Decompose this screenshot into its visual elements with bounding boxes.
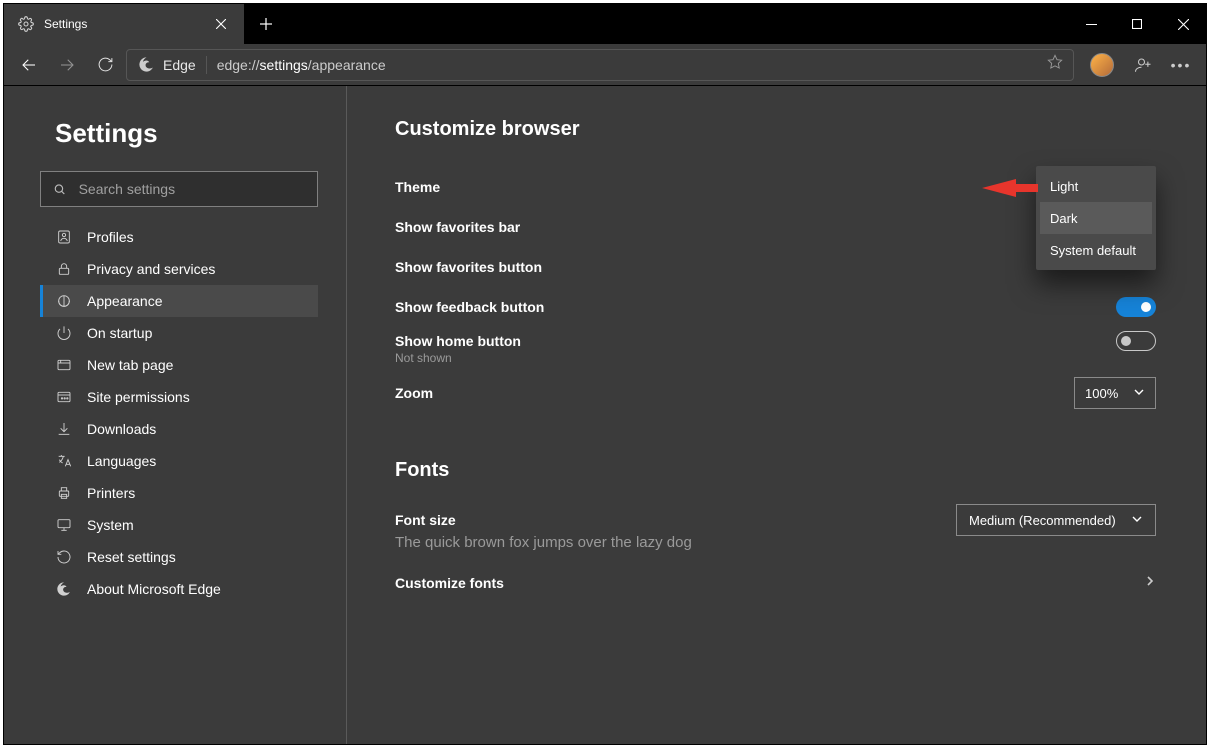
row-zoom-label: Zoom — [395, 385, 1074, 401]
row-fontsize-label: Font size — [395, 512, 956, 528]
edge-icon — [53, 581, 75, 597]
new-tab-button[interactable] — [244, 4, 288, 44]
toolbar: Edge edge://settings/appearance ••• — [4, 44, 1206, 86]
back-button[interactable] — [10, 46, 48, 84]
window-maximize-button[interactable] — [1114, 4, 1160, 44]
theme-option-system-default[interactable]: System default — [1040, 234, 1152, 266]
sidebar-item-label: Profiles — [87, 229, 134, 245]
refresh-button[interactable] — [86, 46, 124, 84]
sidebar-item-site-permissions[interactable]: Site permissions — [40, 381, 318, 413]
sidebar-item-appearance[interactable]: Appearance — [40, 285, 318, 317]
sidebar-item-label: On startup — [87, 325, 152, 341]
language-icon — [53, 453, 75, 469]
sidebar-item-about-microsoft-edge[interactable]: About Microsoft Edge — [40, 573, 318, 605]
search-input[interactable] — [77, 180, 305, 198]
forward-button[interactable] — [48, 46, 86, 84]
fontsize-select[interactable]: Medium (Recommended) — [956, 504, 1156, 536]
address-app-label: Edge — [163, 57, 196, 73]
theme-option-light[interactable]: Light — [1040, 170, 1152, 202]
customize-fonts-row[interactable]: Customize fonts — [395, 561, 1156, 605]
feedback-icon[interactable] — [1124, 46, 1162, 84]
sidebar-item-label: Languages — [87, 453, 156, 469]
sidebar-item-label: Appearance — [87, 293, 163, 309]
sidebar-title: Settings — [55, 118, 318, 149]
sidebar-item-downloads[interactable]: Downloads — [40, 413, 318, 445]
close-tab-icon[interactable] — [212, 16, 230, 32]
section-fonts-title: Fonts — [395, 459, 1156, 482]
sidebar-item-on-startup[interactable]: On startup — [40, 317, 318, 349]
favorite-star-icon[interactable] — [1047, 54, 1063, 75]
sidebar-item-reset-settings[interactable]: Reset settings — [40, 541, 318, 573]
sidebar-item-label: New tab page — [87, 357, 173, 373]
profile-icon — [53, 229, 75, 245]
sidebar-item-label: Reset settings — [87, 549, 176, 565]
row-home-sub: Not shown — [395, 351, 1156, 365]
newtab-icon — [53, 357, 75, 373]
section-customize-title: Customize browser — [395, 118, 1156, 141]
appearance-icon — [53, 293, 75, 309]
sidebar-item-privacy-and-services[interactable]: Privacy and services — [40, 253, 318, 285]
sidebar-item-label: Privacy and services — [87, 261, 215, 277]
power-icon — [53, 325, 75, 341]
browser-tab[interactable]: Settings — [4, 4, 244, 44]
app-window: Settings Edge edge://settings/appearan — [3, 3, 1207, 745]
chevron-down-icon — [1131, 513, 1143, 528]
system-icon — [53, 517, 75, 533]
zoom-select[interactable]: 100% — [1074, 377, 1156, 409]
sidebar-item-languages[interactable]: Languages — [40, 445, 318, 477]
feedback-toggle[interactable] — [1116, 297, 1156, 317]
tab-title: Settings — [44, 17, 212, 31]
address-bar[interactable]: Edge edge://settings/appearance — [126, 49, 1074, 81]
row-theme-label: Theme — [395, 179, 1038, 195]
sidebar-item-profiles[interactable]: Profiles — [40, 221, 318, 253]
fontsize-sample: The quick brown fox jumps over the lazy … — [395, 534, 1156, 551]
address-url: edge://settings/appearance — [217, 57, 386, 73]
more-menu-button[interactable]: ••• — [1162, 46, 1200, 84]
window-minimize-button[interactable] — [1068, 4, 1114, 44]
theme-dropdown: LightDarkSystem default — [1036, 166, 1156, 270]
home-toggle[interactable] — [1116, 331, 1156, 351]
sidebar-item-label: System — [87, 517, 134, 533]
profile-avatar[interactable] — [1090, 53, 1114, 77]
annotation-arrow — [982, 176, 1038, 205]
edge-icon — [137, 56, 155, 74]
chevron-right-icon — [1144, 574, 1156, 592]
sidebar-item-system[interactable]: System — [40, 509, 318, 541]
sidebar-item-label: Printers — [87, 485, 135, 501]
theme-option-dark[interactable]: Dark — [1040, 202, 1152, 234]
reset-icon — [53, 549, 75, 565]
row-home-label: Show home button — [395, 333, 1116, 349]
search-settings-input[interactable] — [40, 171, 318, 207]
sidebar-item-label: Site permissions — [87, 389, 190, 405]
download-icon — [53, 421, 75, 437]
sidebar-item-label: Downloads — [87, 421, 156, 437]
titlebar: Settings — [4, 4, 1206, 44]
row-feedback-label: Show feedback button — [395, 299, 1116, 315]
settings-sidebar: Settings Profiles Privacy and services App… — [4, 86, 347, 744]
sitepermissions-icon — [53, 389, 75, 405]
chevron-down-icon — [1133, 386, 1145, 401]
sidebar-item-label: About Microsoft Edge — [87, 581, 221, 597]
gear-icon — [18, 16, 34, 32]
printer-icon — [53, 485, 75, 501]
window-close-button[interactable] — [1160, 4, 1206, 44]
sidebar-item-new-tab-page[interactable]: New tab page — [40, 349, 318, 381]
sidebar-item-printers[interactable]: Printers — [40, 477, 318, 509]
settings-main: Customize browser Theme Dark Show favori… — [347, 86, 1206, 744]
lock-icon — [53, 261, 75, 277]
